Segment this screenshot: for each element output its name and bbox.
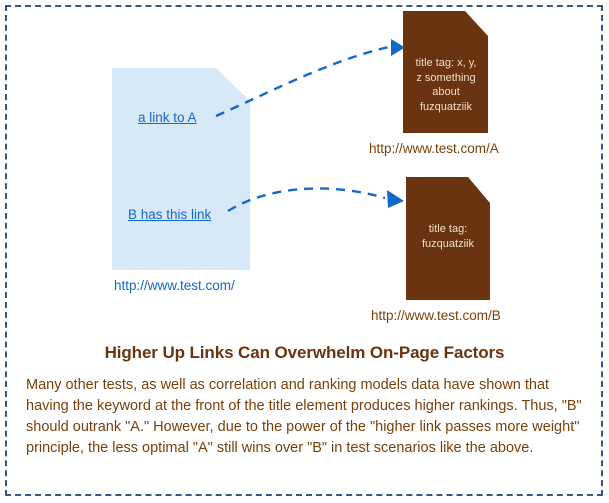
- infographic-canvas: a link to A B has this link http://www.t…: [0, 0, 609, 503]
- caption-heading: Higher Up Links Can Overwhelm On-Page Fa…: [104, 343, 505, 362]
- document-b-url-label: http://www.test.com/B: [371, 308, 501, 323]
- diagram-illustration: [112, 11, 490, 300]
- arrowhead-a: [391, 39, 405, 56]
- caption-body-text: Many other tests, as well as correlation…: [26, 377, 582, 456]
- document-a-title-tag-text: title tag: x, y, z something about fuzqu…: [415, 57, 477, 113]
- connector-arrow-b: [227, 187, 386, 213]
- arrowhead-b: [387, 190, 404, 208]
- source-link-b[interactable]: B has this link: [128, 207, 211, 222]
- source-page-url-label: http://www.test.com/: [114, 278, 235, 293]
- document-a-url-label: http://www.test.com/A: [369, 141, 499, 156]
- source-link-a[interactable]: a link to A: [138, 110, 197, 125]
- source-page-shape: [112, 68, 250, 270]
- document-b-title-tag-text: title tag: fuzquatziik: [422, 223, 474, 250]
